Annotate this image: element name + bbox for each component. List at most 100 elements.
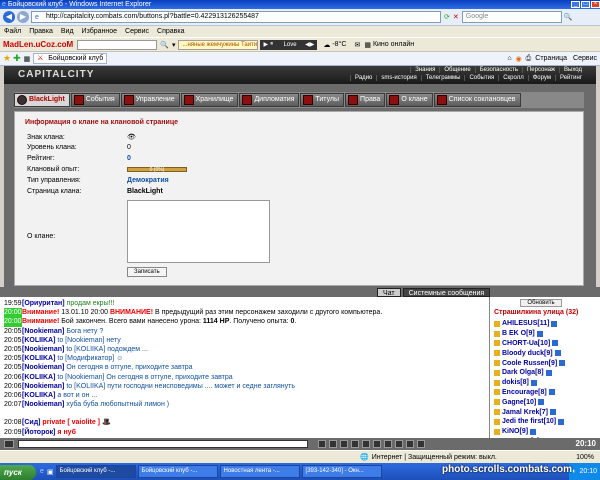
chat-time[interactable]: 20:06 [4, 382, 22, 391]
user-nick[interactable]: Dark Olga[8] [502, 369, 544, 376]
menu-edit[interactable]: Правка [29, 28, 53, 35]
user-info-icon[interactable] [559, 360, 566, 367]
user-item[interactable]: Dark Olga[8] [494, 368, 598, 378]
chat-time[interactable]: 20:05 [4, 336, 22, 345]
address-bar[interactable]: e http://capitalcity.combats.com/buttons… [31, 11, 441, 23]
chat-nick[interactable]: [KOLIIKA] [22, 355, 55, 362]
tab-diplomacy[interactable]: Дипломатия [239, 93, 300, 107]
menu-tools[interactable]: Сервис [125, 28, 149, 35]
favorites-star-icon[interactable]: ★ [3, 53, 11, 64]
search-input[interactable]: Google [461, 11, 562, 23]
tab-list-icon[interactable]: ▦ [24, 55, 31, 63]
sound-icon[interactable] [384, 440, 392, 448]
subnav-forum[interactable]: Форум [527, 75, 555, 81]
user-nick[interactable]: Coole Russen[9] [502, 360, 557, 367]
chat-nick[interactable]: [Йоторок] [22, 429, 55, 436]
user-info-icon[interactable] [538, 399, 545, 406]
menu-view[interactable]: Вид [61, 28, 74, 35]
refresh-icon[interactable]: ⟳ [444, 13, 450, 21]
chat-nick[interactable]: [KOLIIKA] [22, 337, 55, 344]
subnav-telegrams[interactable]: Телеграммы [420, 75, 465, 81]
settings-icon[interactable] [395, 440, 403, 448]
user-info-icon[interactable] [551, 320, 558, 327]
chat-nick[interactable]: [Nookieman] [22, 328, 64, 335]
user-item[interactable]: B EK O[9] [494, 329, 598, 339]
maximize-button[interactable]: □ [581, 1, 590, 8]
feeds-icon[interactable]: ◉ [516, 55, 522, 63]
browser-tab[interactable]: ⚔ Бойцовский клуб [33, 53, 108, 64]
page-menu[interactable]: Страница [535, 55, 567, 62]
user-info-icon[interactable] [536, 330, 543, 337]
news-ticker[interactable]: ...няные жемчужины Таити [178, 39, 259, 50]
user-info-icon[interactable] [554, 350, 561, 357]
user-item[interactable]: CHORT-Ua[10] [494, 339, 598, 349]
mail-icon[interactable]: ✉ [354, 41, 360, 49]
subnav-scroll[interactable]: Скролл [498, 75, 528, 81]
chat-message-input[interactable] [18, 440, 308, 448]
user-info-icon[interactable] [549, 409, 556, 416]
user-item[interactable]: Gagne[10] [494, 397, 598, 407]
send-icon[interactable] [318, 440, 326, 448]
user-item[interactable]: Bloody duck[9] [494, 348, 598, 358]
topnav-knowledge[interactable]: Знания [410, 67, 439, 73]
private-icon[interactable] [494, 399, 500, 406]
private-icon[interactable] [494, 418, 500, 425]
chat-nick[interactable]: [Nookieman] [22, 401, 64, 408]
home-icon[interactable]: ⌂ [507, 55, 511, 62]
chat-nick[interactable]: [Nookieman] [22, 346, 64, 353]
chat-tab[interactable]: Чат [377, 287, 401, 297]
topnav-security[interactable]: Безопасность [474, 67, 522, 73]
close-button[interactable]: × [591, 1, 600, 8]
start-button[interactable]: пуск [0, 464, 36, 480]
chat-time[interactable]: 20:05 [4, 345, 22, 354]
user-item[interactable]: Coole Russen[9] [494, 358, 598, 368]
private-icon[interactable] [494, 320, 500, 327]
chat-time[interactable]: 20:07 [4, 400, 22, 409]
translit-icon[interactable] [362, 440, 370, 448]
system-messages-tab[interactable]: Системные сообщения [402, 287, 491, 297]
user-nick[interactable]: Encourage[8] [502, 389, 547, 396]
topnav-social[interactable]: Общение [439, 67, 474, 73]
chat-nick[interactable]: [Nookieman] [22, 364, 64, 371]
user-nick[interactable]: CHORT-Ua[10] [502, 340, 550, 347]
add-favorite-icon[interactable]: ✚ [13, 53, 21, 64]
tray-icon[interactable]: ◐ [572, 468, 576, 475]
tab-titles[interactable]: Титулы [300, 93, 345, 107]
back-button[interactable]: ◀ [3, 11, 15, 23]
user-info-icon[interactable] [558, 418, 565, 425]
chat-time[interactable]: 20:06 [4, 373, 22, 382]
user-info-icon[interactable] [530, 428, 537, 435]
private-icon[interactable] [494, 369, 500, 376]
task-news[interactable]: Новостная лента -... [219, 465, 300, 478]
user-item[interactable]: AHILESUS[11] [494, 319, 598, 329]
tray-clock[interactable]: 20:10 [579, 468, 597, 475]
chat-time[interactable]: 20:05 [4, 327, 22, 336]
user-nick[interactable]: AHILESUS[11] [502, 320, 549, 327]
menu-file[interactable]: Файл [4, 28, 21, 35]
user-info-icon[interactable] [552, 340, 559, 347]
private-icon[interactable] [494, 428, 500, 435]
user-info-icon[interactable] [530, 379, 537, 386]
topnav-character[interactable]: Персонаж [521, 67, 559, 73]
next-icon[interactable]: ▶ [310, 41, 315, 48]
chat-time[interactable]: 20:00 [4, 308, 22, 318]
chat-menu-icon[interactable] [4, 440, 14, 448]
minimize-button[interactable]: _ [571, 1, 580, 8]
private-icon[interactable] [494, 340, 500, 347]
smiles-icon[interactable] [329, 440, 337, 448]
tab-events[interactable]: События [70, 93, 120, 107]
forward-button[interactable]: ▶ [17, 11, 29, 23]
row-value[interactable]: BlackLight [127, 188, 163, 195]
private-icon[interactable] [494, 360, 500, 367]
chat-nick[interactable]: [Nookieman] [22, 383, 64, 390]
refresh-users-button[interactable]: Обновить [520, 299, 562, 307]
tab-blacklight[interactable]: BlackLight [14, 93, 70, 107]
subnav-rating[interactable]: Рейтинг [554, 75, 586, 81]
about-clan-textarea[interactable] [127, 200, 270, 263]
user-nick[interactable]: KiNO[9] [502, 428, 528, 435]
row-value[interactable]: Демократия [127, 177, 169, 184]
eye-icon[interactable]: 👁 [127, 133, 136, 141]
private-icon[interactable] [494, 379, 500, 386]
user-nick[interactable]: B EK O[9] [502, 330, 535, 337]
stop-icon[interactable]: ✕ [453, 13, 459, 21]
